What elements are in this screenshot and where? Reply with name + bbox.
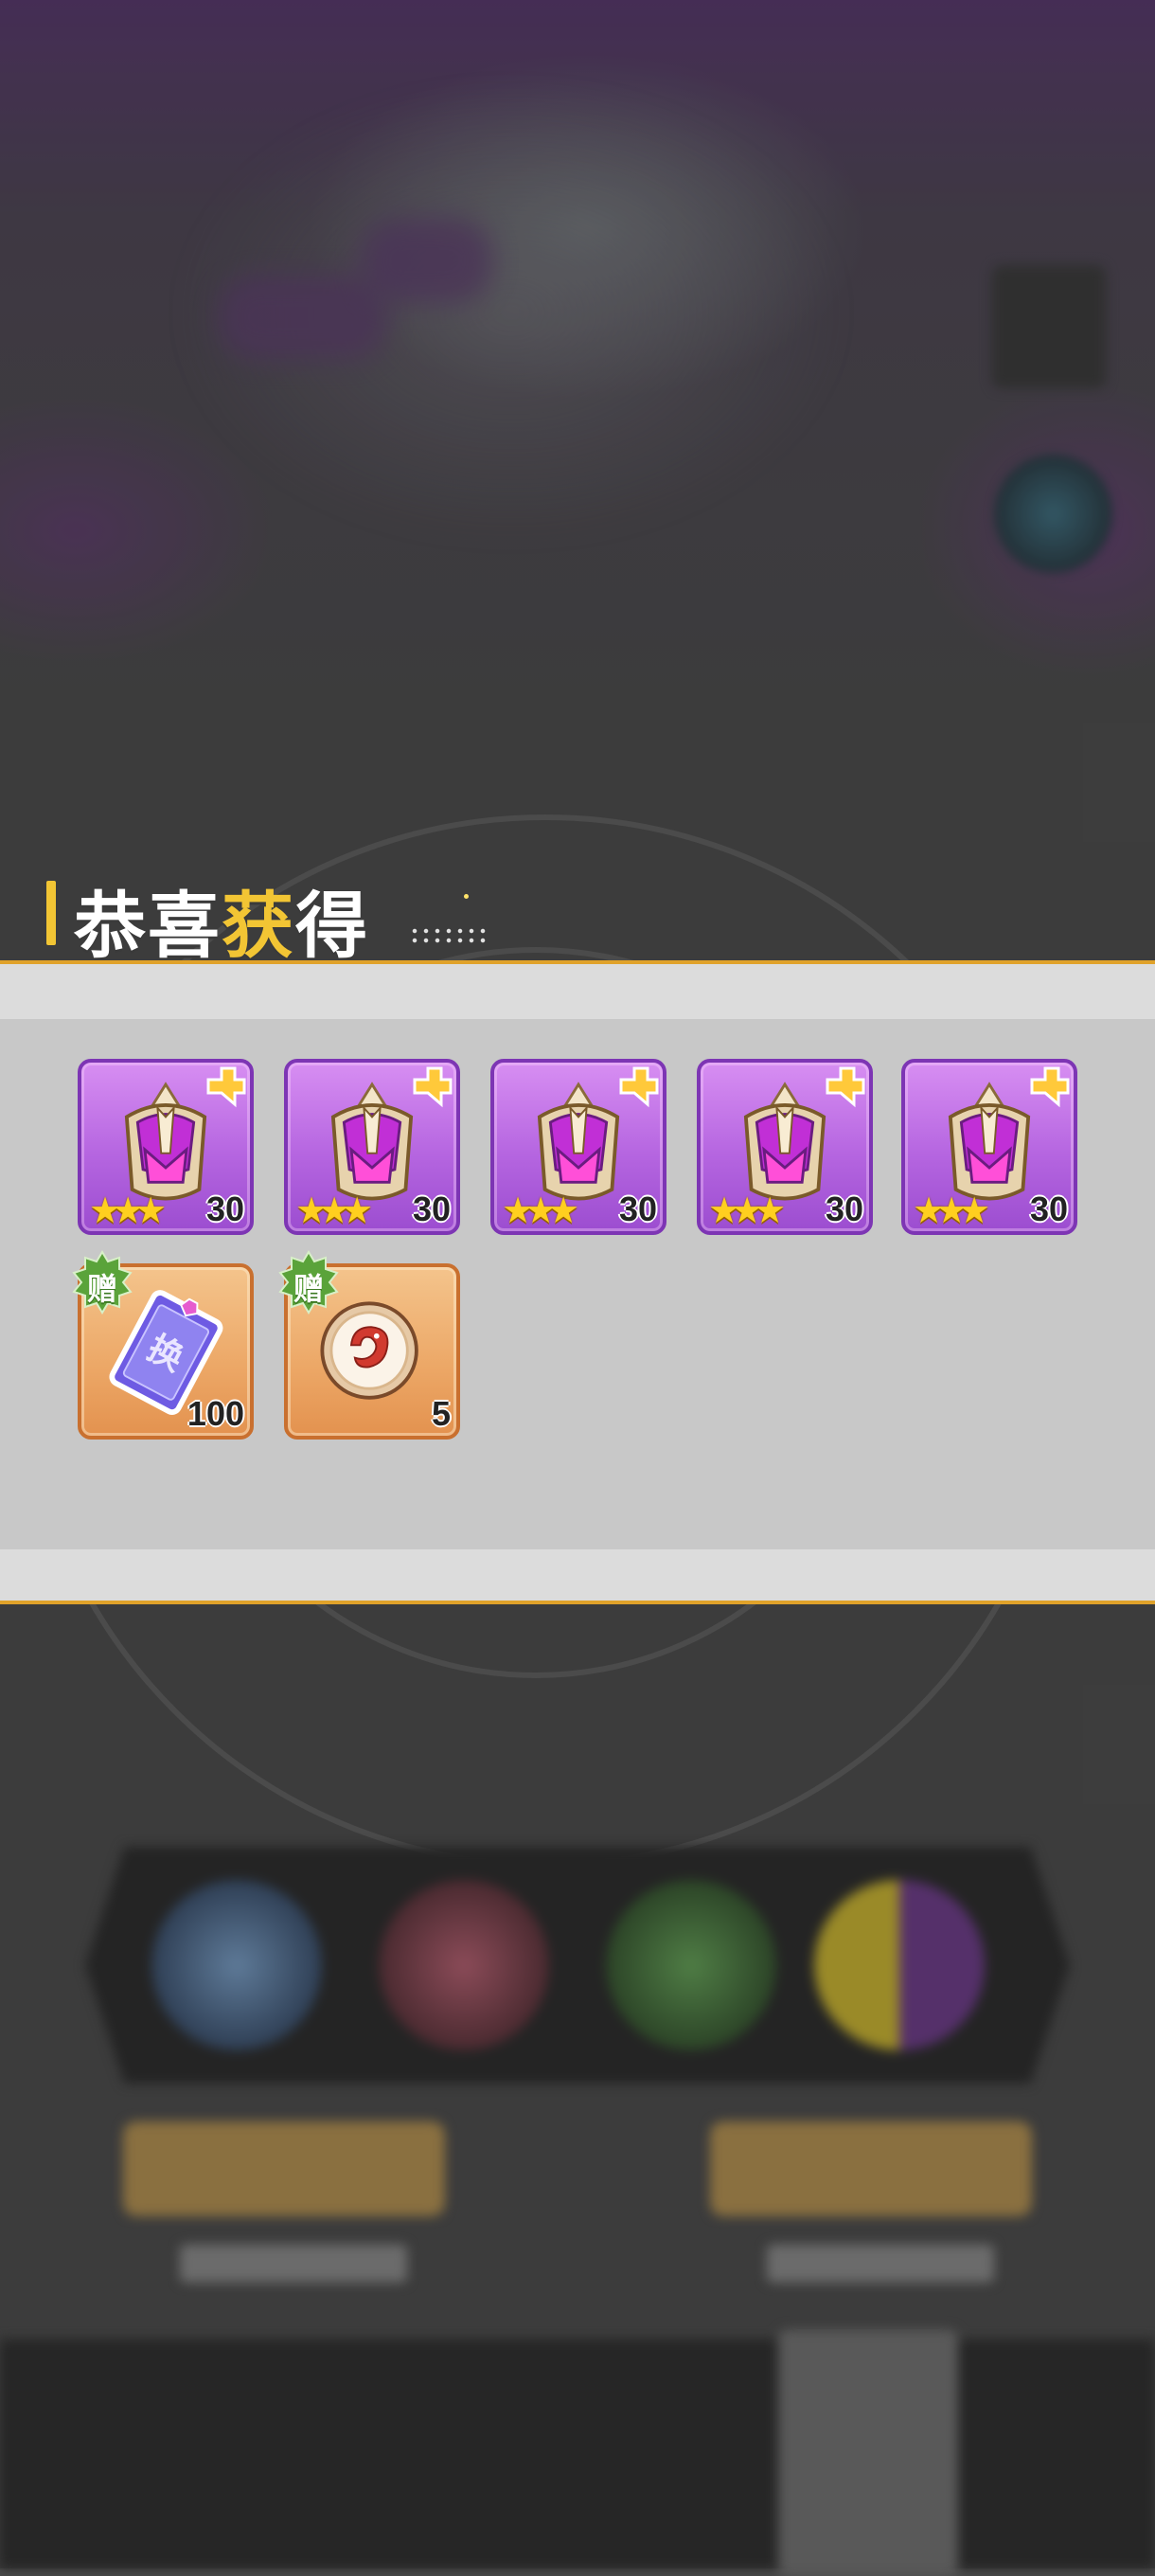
title-dots-decor <box>409 926 489 945</box>
upgrade-badge-icon <box>826 1066 865 1108</box>
background-tab-selected <box>778 2330 958 2576</box>
star-rating: ★★★ <box>295 1190 373 1231</box>
background-button <box>710 2121 1032 2216</box>
background-orb <box>606 1880 776 2050</box>
star-rating: ★★★ <box>913 1190 990 1231</box>
upgrade-badge-icon <box>206 1066 246 1108</box>
upgrade-badge-icon <box>619 1066 659 1108</box>
panel-bottom-strip <box>0 1549 1155 1601</box>
panel-bottom-border <box>0 1601 1155 1604</box>
item-count: 30 <box>412 1190 451 1228</box>
background-orb <box>379 1880 549 2050</box>
popup-title: 恭喜获得 <box>74 884 369 968</box>
star-rating: ★★★ <box>708 1190 786 1231</box>
item-count: 100 <box>187 1394 244 1433</box>
item-count: 30 <box>825 1190 863 1228</box>
background-tabbar <box>0 2339 1155 2568</box>
background-label <box>180 2245 407 2282</box>
title-accent-bar <box>46 881 56 945</box>
panel-top-strip <box>0 964 1155 1019</box>
background-game-ui <box>0 1799 1155 2576</box>
reward-item[interactable]: ★★★ 30 <box>490 1059 666 1235</box>
reward-item[interactable]: ★★★ 30 <box>284 1059 460 1235</box>
background-label <box>767 2245 994 2282</box>
star-rating: ★★★ <box>502 1190 579 1231</box>
item-count: 30 <box>618 1190 657 1228</box>
reward-item[interactable]: ★★★ 30 <box>901 1059 1077 1235</box>
star-rating: ★★★ <box>89 1190 167 1231</box>
background-button <box>123 2121 445 2216</box>
item-count: 5 <box>431 1394 451 1433</box>
item-count: 30 <box>1029 1190 1068 1228</box>
title-spark <box>464 894 469 899</box>
background-orb <box>151 1880 322 2050</box>
gift-badge: 赠 <box>275 1250 343 1318</box>
upgrade-badge-icon <box>413 1066 453 1108</box>
reward-item[interactable]: ★★★ 30 <box>78 1059 254 1235</box>
item-count: 30 <box>205 1190 244 1228</box>
background-orb <box>814 1880 985 2050</box>
gift-badge: 赠 <box>68 1250 136 1318</box>
reward-item[interactable]: ★★★ 30 <box>697 1059 873 1235</box>
upgrade-badge-icon <box>1030 1066 1070 1108</box>
